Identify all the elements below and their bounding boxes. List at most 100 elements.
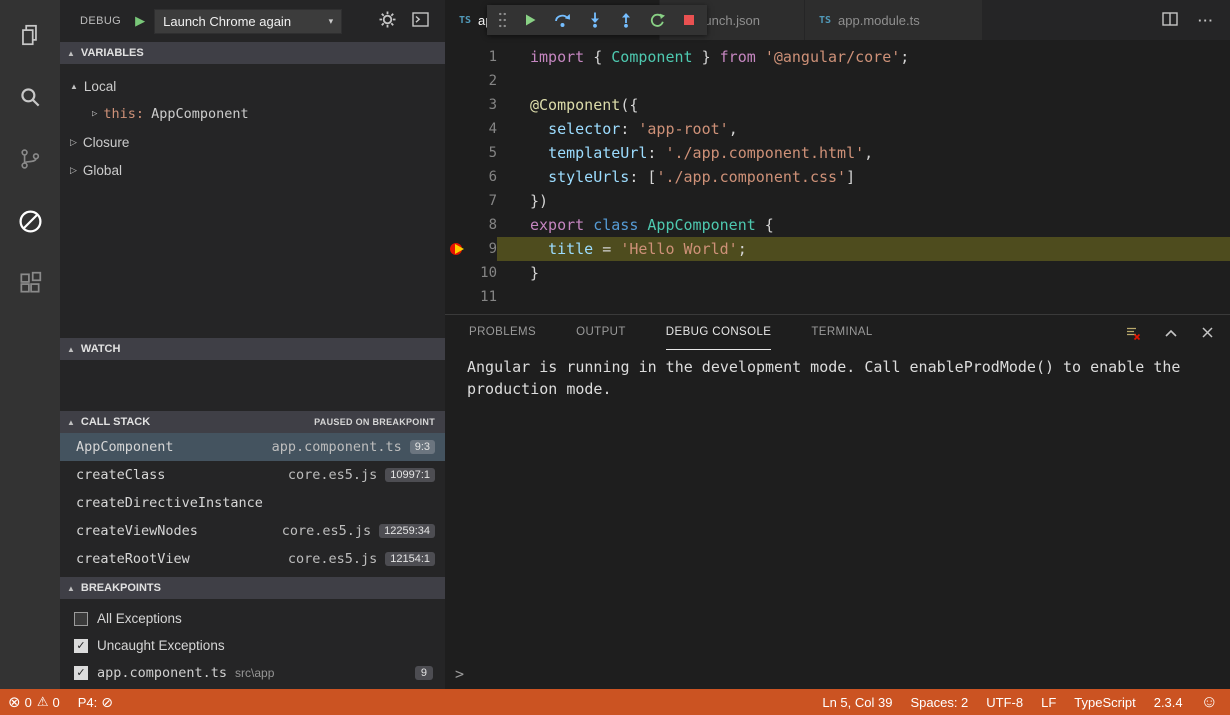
split-editor-icon[interactable] xyxy=(1162,12,1178,29)
toolbar-drag-handle[interactable] xyxy=(498,11,507,29)
feedback-smiley-icon[interactable] xyxy=(1201,692,1218,712)
line-number: 1 xyxy=(471,45,497,69)
checkbox[interactable] xyxy=(74,612,88,626)
maximize-panel-icon[interactable] xyxy=(1163,327,1179,339)
line-col-badge: 12259:34 xyxy=(379,524,435,538)
breakpoint-gutter[interactable] xyxy=(445,165,471,189)
checkbox[interactable] xyxy=(74,666,88,680)
eol-sequence[interactable]: LF xyxy=(1041,695,1056,710)
debug-console-input[interactable]: > xyxy=(445,661,1230,687)
debug-sidebar: DEBUG Launch Chrome again xyxy=(60,0,445,689)
search-icon[interactable] xyxy=(0,66,60,128)
variable-this[interactable]: this: AppComponent xyxy=(60,100,445,128)
call-stack-section-header[interactable]: CALL STACK PAUSED ON BREAKPOINT xyxy=(60,411,445,433)
watch-section-header[interactable]: WATCH xyxy=(60,338,445,360)
code-text[interactable] xyxy=(497,69,1230,93)
close-panel-icon[interactable] xyxy=(1201,326,1214,339)
code-text[interactable]: export class AppComponent { xyxy=(497,213,1230,237)
clear-console-icon[interactable] xyxy=(1125,325,1141,341)
perforce-status[interactable]: P4: xyxy=(78,694,113,711)
restart-button[interactable] xyxy=(650,13,665,28)
variables-section-header[interactable]: VARIABLES xyxy=(60,42,445,64)
code-text[interactable]: import { Component } from '@angular/core… xyxy=(497,45,1230,69)
breakpoint-gutter[interactable] xyxy=(445,285,471,309)
checkbox[interactable] xyxy=(74,639,88,653)
start-debug-button[interactable] xyxy=(135,13,145,29)
twistie-icon xyxy=(67,345,75,354)
code-text[interactable]: }) xyxy=(497,189,1230,213)
stop-button[interactable] xyxy=(682,13,696,27)
code-line[interactable]: 5 templateUrl: './app.component.html', xyxy=(445,141,1230,165)
stack-frame[interactable]: AppComponent app.component.ts9:3 xyxy=(60,433,445,461)
breakpoint-gutter[interactable] xyxy=(445,69,471,93)
breakpoint-gutter[interactable] xyxy=(445,213,471,237)
indentation[interactable]: Spaces: 2 xyxy=(910,695,968,710)
stack-frame[interactable]: createRootView core.es5.js12154:1 xyxy=(60,545,445,573)
code-line[interactable]: 1import { Component } from '@angular/cor… xyxy=(445,45,1230,69)
code-text[interactable]: } xyxy=(497,261,1230,285)
breakpoints-section-header[interactable]: BREAKPOINTS xyxy=(60,577,445,599)
scope-local[interactable]: Local xyxy=(60,72,445,100)
tab-terminal[interactable]: TERMINAL xyxy=(811,315,872,350)
breakpoints-list: All Exceptions Uncaught Exceptions app.c… xyxy=(60,599,445,689)
breakpoint-gutter[interactable] xyxy=(445,117,471,141)
tab-problems[interactable]: PROBLEMS xyxy=(469,315,536,350)
breakpoint-gutter[interactable] xyxy=(445,189,471,213)
stack-frame[interactable]: createClass core.es5.js10997:1 xyxy=(60,461,445,489)
code-text[interactable]: templateUrl: './app.component.html', xyxy=(497,141,1230,165)
code-area[interactable]: 1import { Component } from '@angular/cor… xyxy=(445,40,1230,314)
launch-config-dropdown[interactable]: Launch Chrome again xyxy=(154,9,342,34)
explorer-icon[interactable] xyxy=(0,4,60,66)
code-text[interactable]: @Component({ xyxy=(497,93,1230,117)
open-debug-console-icon[interactable] xyxy=(412,12,429,30)
activity-bar xyxy=(0,0,60,689)
encoding[interactable]: UTF-8 xyxy=(986,695,1023,710)
breakpoint-file[interactable]: app.component.ts src\app 9 xyxy=(60,659,445,686)
code-line[interactable]: 2 xyxy=(445,69,1230,93)
cursor-position[interactable]: Ln 5, Col 39 xyxy=(822,695,892,710)
breakpoint-gutter[interactable] xyxy=(445,93,471,117)
watch-header-label: WATCH xyxy=(81,343,121,355)
step-over-button[interactable] xyxy=(554,13,571,28)
continue-button[interactable] xyxy=(524,13,537,27)
breakpoint-all-exceptions[interactable]: All Exceptions xyxy=(60,605,445,632)
more-actions-icon[interactable] xyxy=(1198,13,1214,28)
code-line[interactable]: 10} xyxy=(445,261,1230,285)
code-text[interactable]: styleUrls: ['./app.component.css'] xyxy=(497,165,1230,189)
line-number: 8 xyxy=(471,213,497,237)
code-line[interactable]: 6 styleUrls: ['./app.component.css'] xyxy=(445,165,1230,189)
breakpoint-gutter[interactable] xyxy=(445,261,471,285)
warning-count[interactable]: 0 xyxy=(37,694,60,710)
scope-closure[interactable]: Closure xyxy=(60,128,445,156)
variables-header-label: VARIABLES xyxy=(81,47,144,59)
breakpoint-gutter[interactable] xyxy=(445,141,471,165)
configure-gear-icon[interactable] xyxy=(379,11,396,31)
tab-output[interactable]: OUTPUT xyxy=(576,315,626,350)
code-text[interactable] xyxy=(497,285,1230,309)
line-number: 7 xyxy=(471,189,497,213)
typescript-version[interactable]: 2.3.4 xyxy=(1154,695,1183,710)
step-out-button[interactable] xyxy=(619,12,633,28)
language-mode[interactable]: TypeScript xyxy=(1074,695,1135,710)
breakpoint-uncaught-exceptions[interactable]: Uncaught Exceptions xyxy=(60,632,445,659)
source-control-icon[interactable] xyxy=(0,128,60,190)
tab-app-module-ts[interactable]: TS app.module.ts xyxy=(805,0,983,40)
scope-global[interactable]: Global xyxy=(60,156,445,184)
step-into-button[interactable] xyxy=(588,12,602,28)
code-text[interactable]: selector: 'app-root', xyxy=(497,117,1230,141)
debug-icon[interactable] xyxy=(0,190,60,252)
breakpoint-gutter[interactable] xyxy=(445,237,471,261)
code-line[interactable]: 8export class AppComponent { xyxy=(445,213,1230,237)
error-count[interactable]: 0 xyxy=(8,693,32,711)
code-line[interactable]: 7}) xyxy=(445,189,1230,213)
code-line[interactable]: 11 xyxy=(445,285,1230,309)
code-line[interactable]: 9 title = 'Hello World'; xyxy=(445,237,1230,261)
extensions-icon[interactable] xyxy=(0,252,60,314)
tab-debug-console[interactable]: DEBUG CONSOLE xyxy=(666,315,772,350)
code-text[interactable]: title = 'Hello World'; xyxy=(497,237,1230,261)
code-line[interactable]: 3@Component({ xyxy=(445,93,1230,117)
code-line[interactable]: 4 selector: 'app-root', xyxy=(445,117,1230,141)
breakpoint-gutter[interactable] xyxy=(445,45,471,69)
stack-frame[interactable]: createViewNodes core.es5.js12259:34 xyxy=(60,517,445,545)
stack-frame[interactable]: createDirectiveInstance xyxy=(60,489,445,517)
